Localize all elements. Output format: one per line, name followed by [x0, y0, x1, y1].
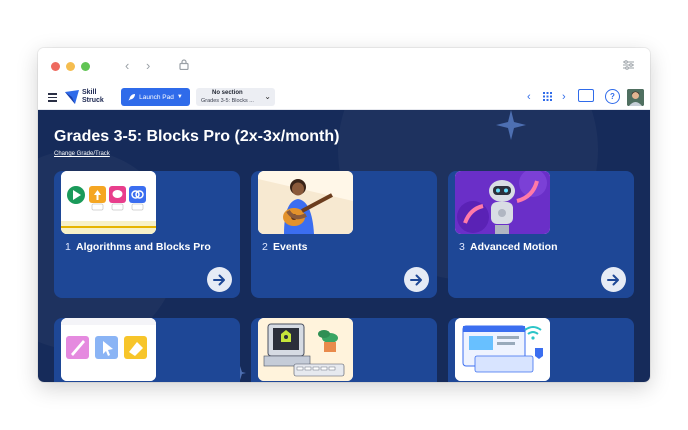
browser-window: ‹ › Skill Struck Launch Pad ▼ No section …: [38, 48, 650, 382]
forward-icon[interactable]: ›: [146, 59, 150, 73]
page-title: Grades 3-5: Blocks Pro (2x-3x/month): [54, 128, 340, 145]
logo-text[interactable]: Skill Struck: [82, 89, 104, 105]
unit-thumbnail: [61, 318, 156, 381]
arrow-right-icon[interactable]: [404, 267, 429, 292]
launch-pad-label: Launch Pad: [139, 93, 174, 101]
unit-thumbnail: [258, 318, 353, 381]
arrow-right-icon[interactable]: [601, 267, 626, 292]
help-icon[interactable]: ?: [605, 89, 620, 104]
section-value: No section: [212, 90, 243, 96]
unit-number: 2: [262, 241, 268, 253]
chevron-down-icon: ⌄: [264, 92, 271, 101]
lock-icon: [179, 59, 189, 73]
hamburger-icon[interactable]: [48, 93, 57, 102]
sparkle-icon: [496, 110, 526, 140]
browser-titlebar: ‹ ›: [38, 48, 650, 86]
settings-sliders-icon[interactable]: [623, 59, 634, 73]
maximize-window-button[interactable]: [81, 62, 90, 71]
unit-thumbnail: [455, 171, 550, 234]
unit-card-5[interactable]: 5: [251, 318, 437, 382]
previous-course-icon[interactable]: ‹: [527, 90, 531, 104]
arrow-right-icon[interactable]: [207, 267, 232, 292]
launch-pad-button[interactable]: Launch Pad ▼: [121, 88, 190, 106]
unit-thumbnail: [61, 171, 156, 234]
chevron-down-icon: ▼: [176, 94, 183, 100]
unit-title: Advanced Motion: [470, 241, 558, 253]
unit-number: 1: [65, 241, 71, 253]
minimize-window-button[interactable]: [66, 62, 75, 71]
unit-thumbnail: [258, 171, 353, 234]
skillstruck-logo-icon: [65, 90, 79, 104]
change-grade-link[interactable]: Change Grade/Track: [54, 151, 110, 157]
course-content: Grades 3-5: Blocks Pro (2x-3x/month) Cha…: [38, 110, 650, 382]
unit-card-3[interactable]: 3 Advanced Motion: [448, 171, 634, 298]
unit-card-6[interactable]: 6: [448, 318, 634, 382]
unit-card-4[interactable]: 4: [54, 318, 240, 382]
next-course-icon[interactable]: ›: [562, 90, 566, 104]
back-icon[interactable]: ‹: [125, 59, 129, 73]
close-window-button[interactable]: [51, 62, 60, 71]
app-header: Skill Struck Launch Pad ▼ No section Grad…: [38, 86, 650, 110]
presentation-icon[interactable]: [578, 89, 594, 102]
section-dropdown[interactable]: No section Grades 3-5: Blocks ... ⌄: [196, 88, 275, 106]
rocket-icon: [128, 94, 136, 101]
unit-title: Events: [273, 241, 308, 253]
section-subtitle: Grades 3-5: Blocks ...: [201, 98, 254, 104]
unit-title: Algorithms and Blocks Pro: [76, 241, 211, 253]
unit-thumbnail: [455, 318, 550, 381]
unit-card-1[interactable]: 1 Algorithms and Blocks Pro: [54, 171, 240, 298]
unit-card-2[interactable]: 2 Events: [251, 171, 437, 298]
grid-icon[interactable]: [543, 91, 552, 105]
unit-number: 3: [459, 241, 465, 253]
avatar[interactable]: [627, 89, 644, 106]
